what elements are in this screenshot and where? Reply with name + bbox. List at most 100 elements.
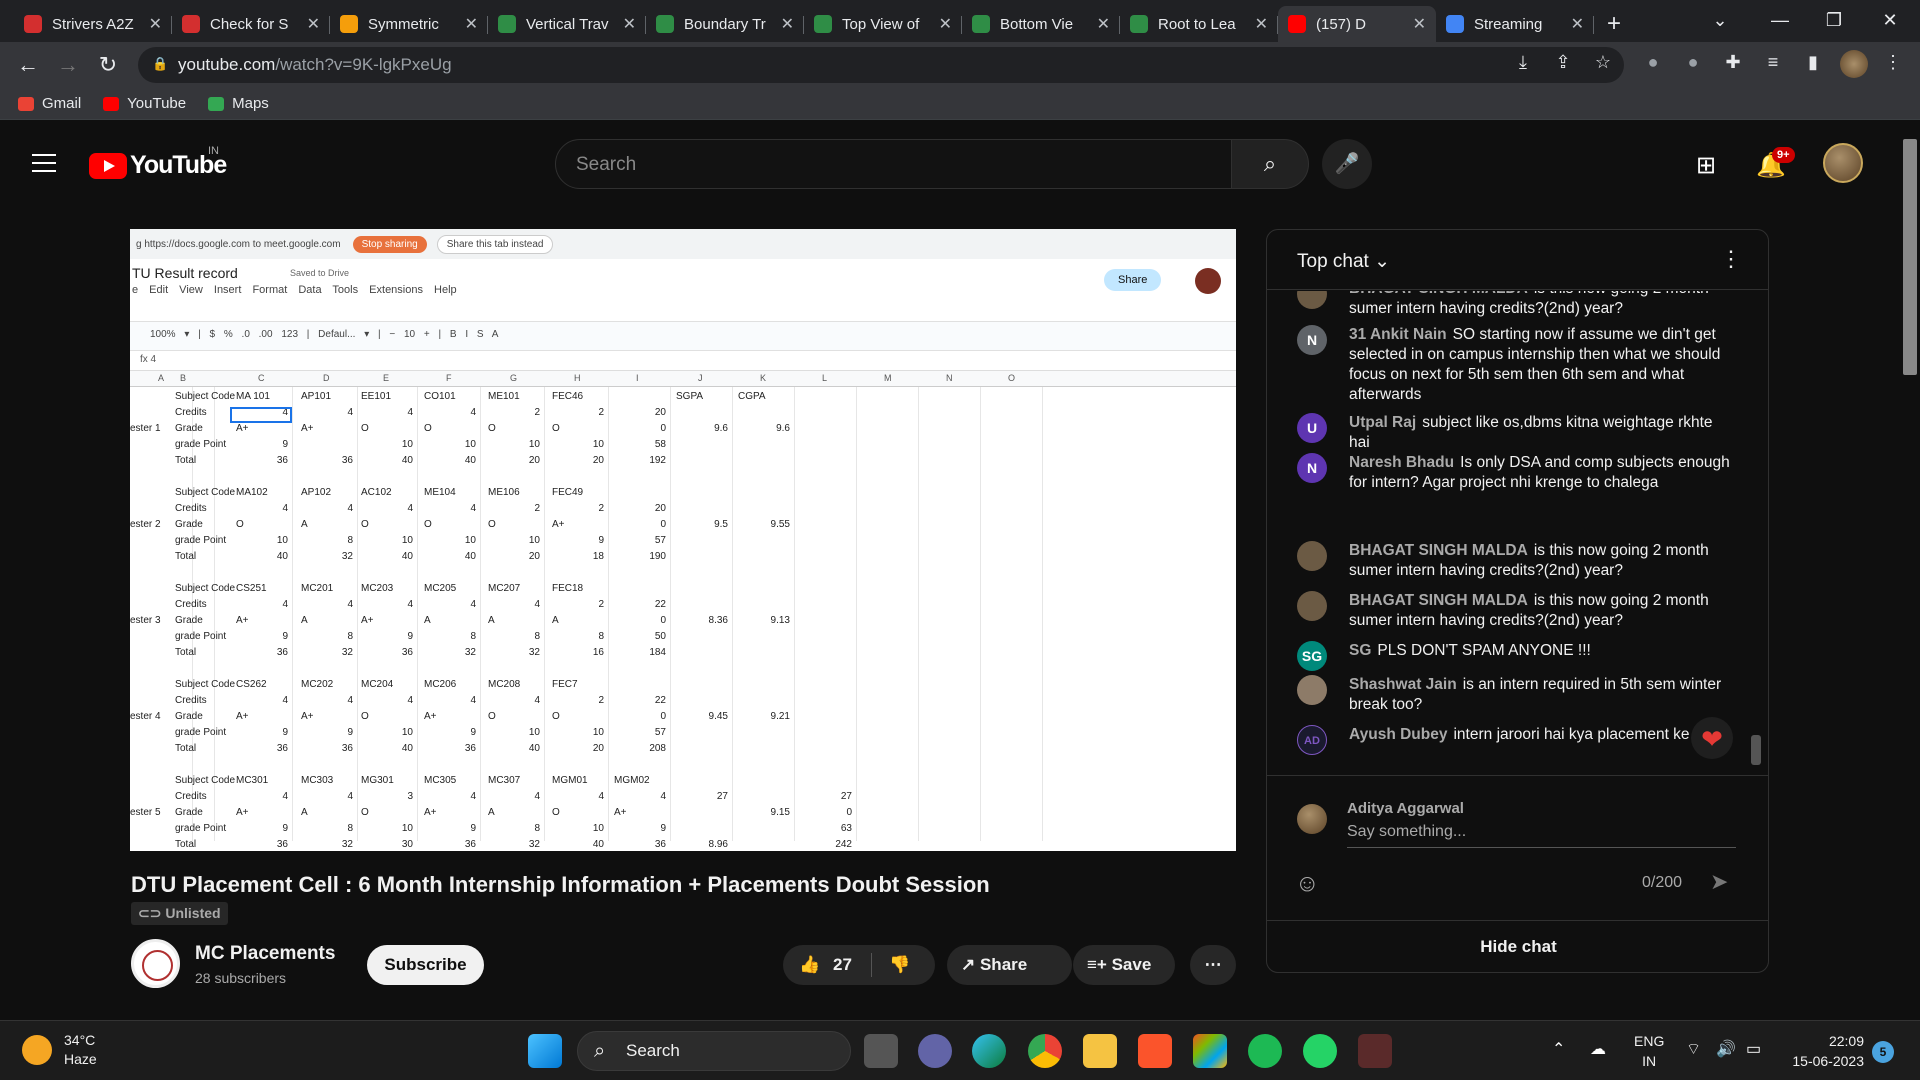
close-tab-icon[interactable]: ✕ (623, 14, 636, 34)
chrome-menu-icon[interactable]: ⋮ (1880, 52, 1906, 73)
extension-icon[interactable]: ● (1640, 52, 1666, 73)
chat-message[interactable]: N Naresh Bhadu Is only DSA and comp subjec… (1297, 453, 1737, 493)
brave-icon[interactable] (1138, 1034, 1172, 1068)
like-icon[interactable]: 👍 (799, 945, 820, 985)
top-chat-dropdown[interactable]: Top chat ⌄ (1297, 250, 1390, 273)
teams-chat-icon[interactable] (918, 1034, 952, 1068)
share-button[interactable]: ↗ Share (947, 945, 1072, 985)
weather-widget[interactable]: 34°C Haze (22, 1031, 97, 1069)
back-icon[interactable]: ← (8, 52, 48, 78)
volume-icon[interactable]: 🔊 (1716, 1039, 1736, 1059)
chat-input[interactable]: Say something... (1347, 823, 1736, 848)
browser-tab[interactable]: Root to Lea ✕ (1120, 6, 1278, 42)
chat-author[interactable]: BHAGAT SINGH MALDA (1349, 291, 1528, 297)
forward-icon[interactable]: → (48, 52, 88, 78)
chat-message[interactable]: BHAGAT SINGH MALDAis this now going 2 mo… (1297, 591, 1737, 631)
browser-tab[interactable]: Streaming ✕ (1436, 6, 1594, 42)
browser-tab[interactable]: Boundary Tr ✕ (646, 6, 804, 42)
restore-icon[interactable]: ❐ (1806, 0, 1862, 42)
minimize-icon[interactable]: — (1752, 0, 1808, 42)
menu-icon[interactable] (32, 154, 56, 172)
close-window-icon[interactable]: ✕ (1862, 0, 1918, 42)
close-tab-icon[interactable]: ✕ (1255, 14, 1268, 34)
extension-icon[interactable]: ● (1680, 52, 1706, 73)
chat-scrollbar[interactable] (1751, 735, 1761, 765)
browser-tab[interactable]: Check for S ✕ (172, 6, 330, 42)
microphone-icon[interactable]: 🎤 (1322, 139, 1372, 189)
search-input[interactable]: Search (555, 139, 1232, 189)
close-tab-icon[interactable]: ✕ (1413, 14, 1426, 34)
chat-message[interactable]: U Utpal Raj subject like os,dbms kitna wei… (1297, 413, 1737, 453)
chat-menu-icon[interactable]: ⋮ (1720, 246, 1742, 272)
profile-avatar-icon[interactable] (1840, 50, 1868, 78)
channel-name[interactable]: MC Placements (195, 943, 335, 965)
close-tab-icon[interactable]: ✕ (307, 14, 320, 34)
chat-message[interactable]: Shashwat Jain is an intern required in 5t… (1297, 675, 1737, 715)
chrome-icon[interactable] (1028, 1034, 1062, 1068)
chat-author[interactable]: BHAGAT SINGH MALDA (1349, 542, 1528, 559)
browser-tab[interactable]: Symmetric ✕ (330, 6, 488, 42)
media-control-icon[interactable]: ≡ (1760, 52, 1786, 73)
chat-author[interactable]: 31 Ankit Nain (1349, 326, 1447, 343)
notification-count[interactable]: 5 (1872, 1041, 1894, 1063)
bookmark-maps[interactable]: Maps (208, 95, 269, 112)
youtube-logo[interactable]: YouTube (89, 151, 227, 180)
extensions-puzzle-icon[interactable]: ✚ (1720, 52, 1746, 73)
hide-chat-button[interactable]: Hide chat (1267, 920, 1768, 972)
install-icon[interactable]: ⤓ (1510, 52, 1536, 73)
language-indicator[interactable]: ENG IN (1634, 1031, 1664, 1071)
edge-icon[interactable] (972, 1034, 1006, 1068)
ms-store-icon[interactable] (1193, 1034, 1227, 1068)
browser-tab[interactable]: (157) D ✕ (1278, 6, 1436, 42)
video-player[interactable]: g https://docs.google.com to meet.google… (130, 229, 1236, 851)
tab-search-icon[interactable]: ⌄ (1692, 0, 1748, 42)
wifi-icon[interactable]: ⌔ (1686, 1039, 1701, 1059)
subscribe-button[interactable]: Subscribe (367, 945, 484, 985)
side-panel-icon[interactable]: ▮ (1800, 52, 1826, 73)
close-tab-icon[interactable]: ✕ (939, 14, 952, 34)
battery-icon[interactable]: ▭ (1746, 1039, 1761, 1059)
chat-author[interactable]: Utpal Raj (1349, 414, 1416, 431)
channel-avatar[interactable] (131, 939, 180, 988)
create-video-icon[interactable]: ⊞ (1696, 151, 1716, 180)
close-tab-icon[interactable]: ✕ (781, 14, 794, 34)
share-page-icon[interactable]: ⇪ (1550, 52, 1576, 73)
bookmark-gmail[interactable]: Gmail (18, 95, 81, 112)
save-button[interactable]: ≡+ Save (1073, 945, 1175, 985)
bookmark-youtube[interactable]: YouTube (103, 95, 186, 112)
dislike-icon[interactable]: 👎 (889, 945, 910, 985)
onedrive-icon[interactable]: ☁ (1590, 1039, 1606, 1059)
windows-start-icon[interactable] (528, 1034, 562, 1068)
heart-reaction-icon[interactable]: ❤ (1691, 717, 1733, 759)
browser-tab[interactable]: Top View of ✕ (804, 6, 962, 42)
close-tab-icon[interactable]: ✕ (1097, 14, 1110, 34)
send-icon[interactable]: ➤ (1710, 869, 1728, 895)
chat-message[interactable]: BHAGAT SINGH MALDAis this now going 2 mo… (1297, 541, 1737, 581)
chat-author[interactable]: BHAGAT SINGH MALDA (1349, 592, 1528, 609)
browser-tab[interactable]: Strivers A2Z ✕ (14, 6, 172, 42)
spotify-icon[interactable] (1248, 1034, 1282, 1068)
chat-author[interactable]: Naresh Bhadu (1349, 454, 1454, 471)
browser-tab[interactable]: Bottom Vie ✕ (962, 6, 1120, 42)
more-actions-icon[interactable]: ⋯ (1190, 945, 1236, 985)
chat-message[interactable]: SG SG PLS DON'T SPAM ANYONE !!! (1297, 641, 1737, 671)
screen-recorder-icon[interactable] (1358, 1034, 1392, 1068)
new-tab-icon[interactable]: + (1594, 6, 1634, 42)
taskbar-search[interactable]: ⌕ Search (577, 1031, 851, 1071)
chat-author[interactable]: Ayush Dubey (1349, 726, 1447, 743)
chat-message[interactable]: BHAGAT SINGH MALDAis this now going 2 mo… (1297, 291, 1737, 319)
chat-message[interactable]: AD Ayush Dubey intern jaroori hai kya plac… (1297, 725, 1737, 755)
reload-icon[interactable]: ↻ (88, 52, 128, 78)
close-tab-icon[interactable]: ✕ (1571, 14, 1584, 34)
search-icon[interactable]: ⌕ (1231, 139, 1309, 189)
system-clock[interactable]: 22:09 15-06-2023 (1784, 1031, 1864, 1071)
chat-author[interactable]: SG (1349, 642, 1371, 659)
emoji-icon[interactable]: ☺ (1295, 870, 1320, 898)
file-explorer-icon[interactable] (1083, 1034, 1117, 1068)
task-view-icon[interactable] (864, 1034, 898, 1068)
whatsapp-icon[interactable] (1303, 1034, 1337, 1068)
close-tab-icon[interactable]: ✕ (149, 14, 162, 34)
browser-tab[interactable]: Vertical Trav ✕ (488, 6, 646, 42)
bookmark-star-icon[interactable]: ☆ (1590, 52, 1616, 73)
account-avatar[interactable] (1823, 143, 1863, 183)
